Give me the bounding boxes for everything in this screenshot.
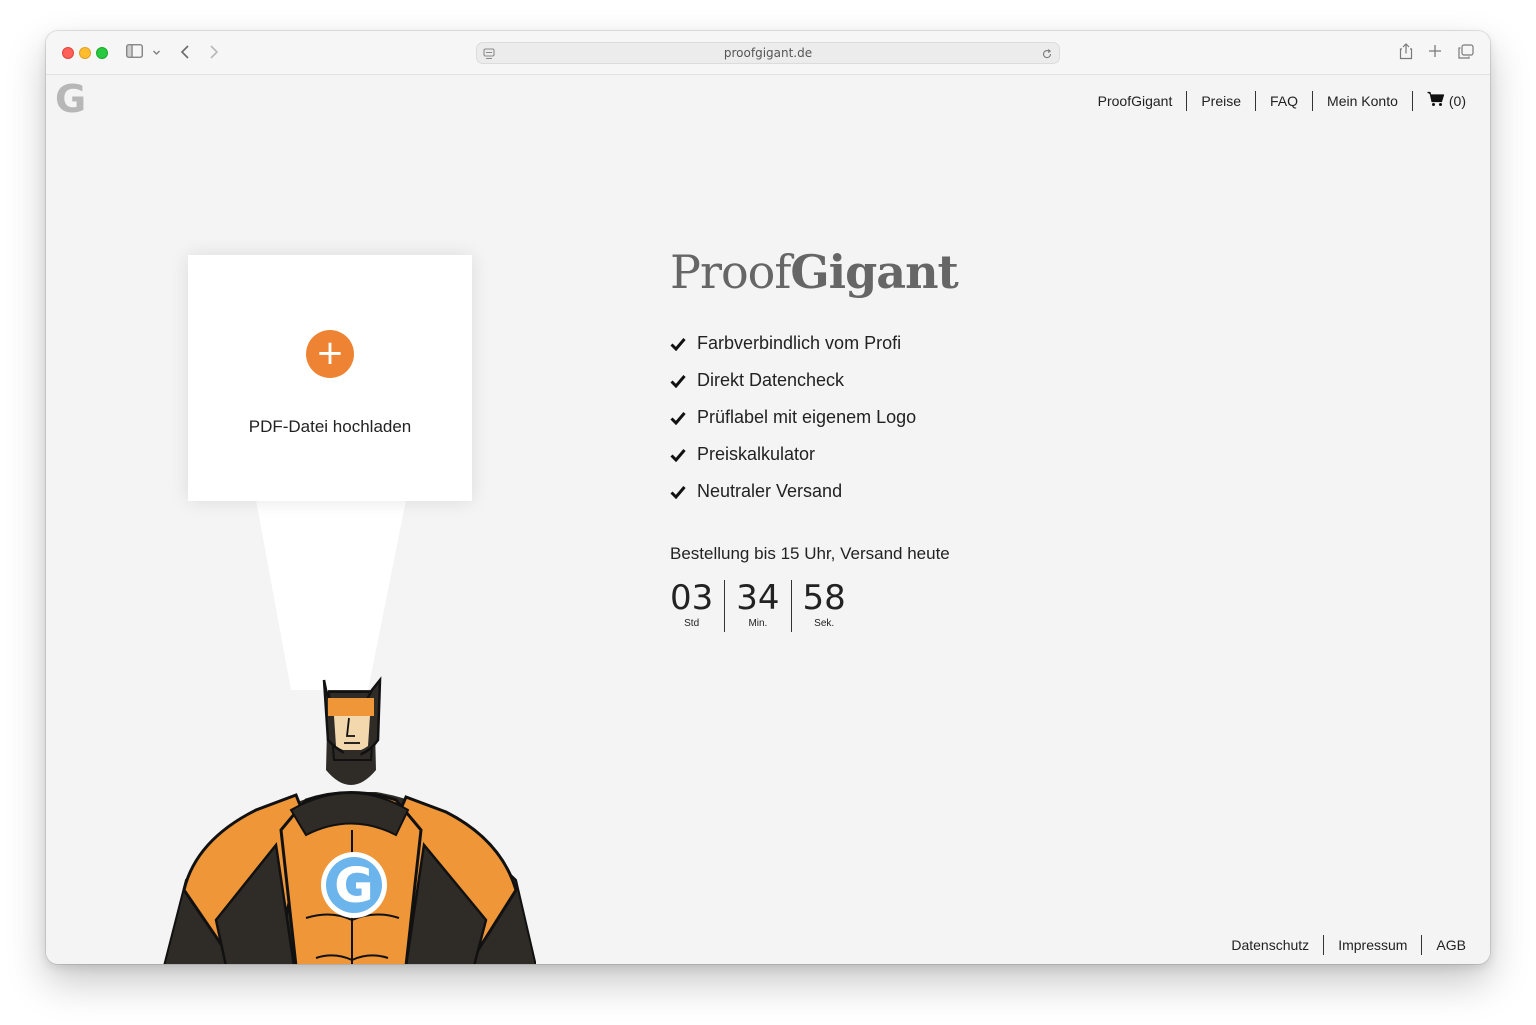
url-text: proofgigant.de	[723, 46, 813, 60]
feature-text: Direkt Datencheck	[697, 370, 845, 390]
countdown-label: Std	[684, 618, 700, 629]
order-deadline-text: Bestellung bis 15 Uhr, Versand heute	[670, 544, 950, 563]
back-arrow-icon[interactable]	[180, 44, 190, 63]
brand-title-bold: Gigant	[790, 245, 958, 299]
cart-link[interactable]: (0)	[1411, 91, 1466, 112]
upload-dropzone[interactable]: + PDF-Datei hochladen	[188, 255, 472, 501]
zoom-window-button[interactable]	[96, 47, 108, 59]
share-icon[interactable]	[1399, 43, 1413, 63]
cart-icon	[1427, 91, 1445, 112]
page-content: G ProofGigant Preise FAQ Mein Konto (0)	[46, 75, 1490, 964]
checkmark-icon	[670, 374, 690, 388]
checkmark-icon	[670, 411, 690, 425]
countdown-seconds: 58 Sek.	[790, 578, 857, 632]
forward-arrow-icon[interactable]	[209, 44, 219, 63]
superhero-illustration: G	[163, 500, 536, 964]
countdown-label: Sek.	[814, 618, 835, 629]
checkmark-icon	[670, 485, 690, 499]
new-tab-icon[interactable]	[1428, 44, 1442, 61]
brand-title: ProofGigant	[670, 245, 959, 299]
countdown-value: 58	[802, 578, 846, 618]
brand-title-light: Proof	[670, 245, 791, 299]
countdown-label: Min.	[748, 618, 768, 629]
footer-navigation: Datenschutz Impressum AGB	[1217, 935, 1466, 955]
feature-text: Farbverbindlich vom Profi	[697, 333, 902, 353]
upload-plus-button[interactable]: +	[306, 330, 354, 378]
countdown-minutes: 34 Min.	[724, 580, 790, 632]
feature-text: Preiskalkulator	[697, 444, 816, 464]
footer-link-impressum[interactable]: Impressum	[1323, 935, 1421, 955]
list-item: Direkt Datencheck	[670, 362, 916, 399]
browser-window: proofgigant.de G ProofGigant Preise FAQ …	[46, 31, 1490, 964]
address-bar[interactable]: proofgigant.de	[476, 42, 1060, 64]
minimize-window-button[interactable]	[79, 47, 91, 59]
svg-text:G: G	[334, 858, 373, 914]
list-item: Farbverbindlich vom Profi	[670, 325, 916, 362]
chevron-down-icon[interactable]	[152, 45, 161, 60]
close-window-button[interactable]	[62, 47, 74, 59]
top-navigation: ProofGigant Preise FAQ Mein Konto (0)	[1084, 91, 1466, 111]
list-item: Neutraler Versand	[670, 473, 916, 510]
feature-text: Neutraler Versand	[697, 481, 843, 501]
feature-list: Farbverbindlich vom Profi Direkt Datench…	[670, 325, 916, 510]
feature-text: Prüflabel mit eigenem Logo	[697, 407, 917, 427]
nav-item-preise[interactable]: Preise	[1186, 91, 1255, 111]
cart-count: (0)	[1448, 93, 1466, 109]
countdown-timer: 03 Std 34 Min. 58 Sek.	[670, 580, 857, 632]
nav-item-mein-konto[interactable]: Mein Konto	[1312, 91, 1412, 111]
list-item: Prüflabel mit eigenem Logo	[670, 399, 916, 436]
countdown-value: 34	[736, 578, 780, 618]
nav-item-proofgigant[interactable]: ProofGigant	[1084, 91, 1187, 111]
site-logo[interactable]: G	[55, 77, 86, 121]
footer-link-agb[interactable]: AGB	[1421, 935, 1466, 955]
countdown-value: 03	[670, 578, 714, 618]
browser-titlebar: proofgigant.de	[46, 31, 1490, 75]
reload-icon[interactable]	[1041, 47, 1053, 65]
nav-item-faq[interactable]: FAQ	[1255, 91, 1312, 111]
checkmark-icon	[670, 448, 690, 462]
sidebar-toggle-icon[interactable]	[126, 44, 143, 61]
upload-label: PDF-Datei hochladen	[248, 417, 412, 436]
list-item: Preiskalkulator	[670, 436, 916, 473]
countdown-hours: 03 Std	[670, 580, 724, 632]
tab-overview-icon[interactable]	[1458, 44, 1474, 62]
footer-link-datenschutz[interactable]: Datenschutz	[1217, 935, 1323, 955]
checkmark-icon	[670, 337, 690, 351]
